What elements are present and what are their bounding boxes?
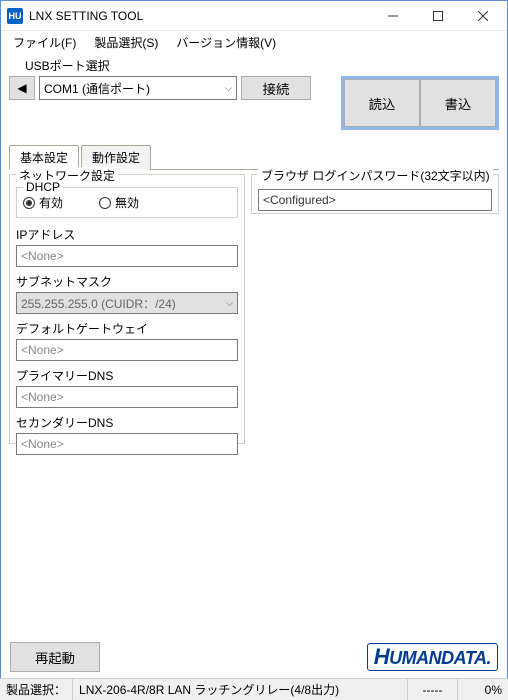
status-product: LNX-206-4R/8R LAN ラッチングリレー(4/8出力) [73, 679, 408, 700]
status-dash: ----- [408, 679, 458, 700]
reboot-button[interactable]: 再起動 [10, 642, 100, 672]
com-port-value: COM1 (通信ポート) [44, 80, 150, 97]
menubar: ファイル(F) 製品選択(S) バージョン情報(V) [1, 31, 507, 53]
menu-product[interactable]: 製品選択(S) [86, 32, 166, 53]
brand-logo: HUMANDATA. [367, 643, 498, 671]
dhcp-enable-label: 有効 [39, 194, 63, 211]
dns1-label: プライマリーDNS [16, 367, 238, 384]
dhcp-disable-label: 無効 [115, 194, 139, 211]
maximize-button[interactable] [415, 2, 460, 30]
dhcp-enable-radio[interactable]: 有効 [23, 194, 63, 211]
menu-file[interactable]: ファイル(F) [5, 32, 84, 53]
ip-label: IPアドレス [16, 226, 238, 243]
minimize-button[interactable] [370, 2, 415, 30]
status-percent: 0% [458, 679, 508, 700]
com-port-select[interactable]: COM1 (通信ポート) ⌵ [39, 76, 237, 100]
radio-icon [99, 197, 111, 209]
dhcp-fieldset: DHCP 有効 無効 [16, 187, 238, 218]
statusbar: 製品選択： LNX-206-4R/8R LAN ラッチングリレー(4/8出力) … [0, 678, 508, 700]
dhcp-legend: DHCP [23, 180, 63, 194]
browser-pw-input[interactable]: <Configured> [258, 189, 492, 211]
network-fieldset: ネットワーク設定 DHCP 有効 無効 IPアドレス <None> サブネットマ… [9, 174, 245, 444]
subnet-label: サブネットマスク [16, 273, 238, 290]
dns2-input[interactable]: <None> [16, 433, 238, 455]
ip-input[interactable]: <None> [16, 245, 238, 267]
chevron-down-icon: ⌵ [226, 298, 233, 309]
radio-icon [23, 197, 35, 209]
dns2-label: セカンダリーDNS [16, 414, 238, 431]
subnet-value: 255.255.255.0 (CUIDR：/24) [21, 295, 176, 312]
close-button[interactable] [460, 2, 505, 30]
gateway-input[interactable]: <None> [16, 339, 238, 361]
gateway-label: デフォルトゲートウェイ [16, 320, 238, 337]
nav-prev-button[interactable]: ◀ [9, 76, 35, 100]
titlebar: HU LNX SETTING TOOL [1, 1, 507, 31]
write-button[interactable]: 書込 [420, 79, 496, 127]
read-button[interactable]: 読込 [344, 79, 420, 127]
app-icon: HU [7, 8, 23, 24]
window-title: LNX SETTING TOOL [29, 9, 370, 23]
browser-pw-fieldset: ブラウザ ログインパスワード(32文字以内) <Configured> [251, 174, 499, 214]
subnet-select[interactable]: 255.255.255.0 (CUIDR：/24) ⌵ [16, 292, 238, 314]
status-label: 製品選択： [0, 679, 73, 700]
dns1-input[interactable]: <None> [16, 386, 238, 408]
usb-port-label: USBポート選択 [25, 57, 499, 74]
chevron-down-icon: ⌵ [225, 83, 232, 94]
dhcp-disable-radio[interactable]: 無効 [99, 194, 139, 211]
chevron-left-icon: ◀ [17, 81, 26, 95]
browser-pw-legend: ブラウザ ログインパスワード(32文字以内) [258, 167, 493, 184]
connect-button[interactable]: 接続 [241, 76, 311, 100]
menu-version[interactable]: バージョン情報(V) [168, 32, 284, 53]
